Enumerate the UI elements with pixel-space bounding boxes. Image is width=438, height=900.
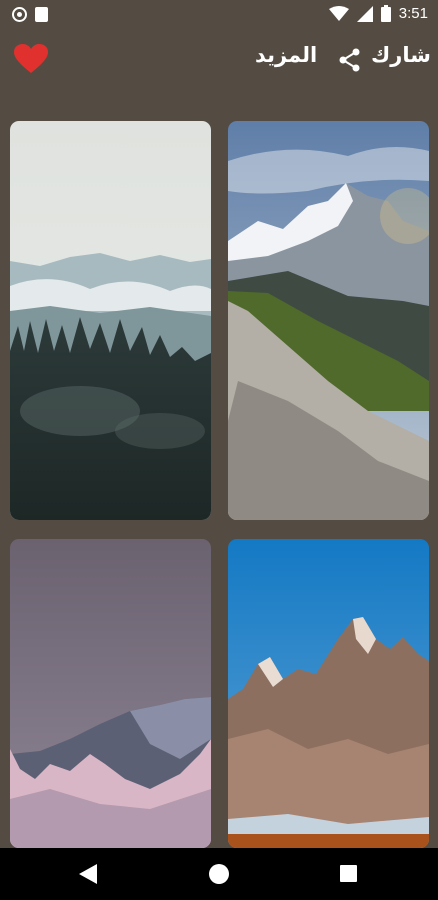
more-button[interactable]: المزيد xyxy=(255,43,317,67)
signal-icon xyxy=(356,5,373,22)
nav-back-icon[interactable] xyxy=(79,864,97,884)
toolbar: المزيد شارك xyxy=(0,30,438,86)
share-button[interactable]: شارك xyxy=(371,43,431,67)
nav-recents-icon[interactable] xyxy=(340,865,357,882)
wallpaper-tile-sunlit-ridge[interactable] xyxy=(228,121,429,520)
wallpaper-tile-pink-dusk[interactable] xyxy=(10,539,211,848)
navigation-bar xyxy=(0,848,438,900)
sd-card-icon xyxy=(35,7,48,22)
heart-icon[interactable] xyxy=(14,44,48,74)
wifi-icon xyxy=(328,5,349,21)
status-bar: 3:51 xyxy=(0,0,438,30)
nav-home-icon[interactable] xyxy=(209,864,229,884)
status-time: 3:51 xyxy=(398,5,428,22)
share-icon[interactable] xyxy=(339,48,361,72)
notification-dot-icon xyxy=(12,7,27,22)
wallpaper-tile-misty-forest[interactable] xyxy=(10,121,211,520)
wallpaper-tile-rocky-peak[interactable] xyxy=(228,539,429,848)
battery-icon xyxy=(380,5,391,22)
